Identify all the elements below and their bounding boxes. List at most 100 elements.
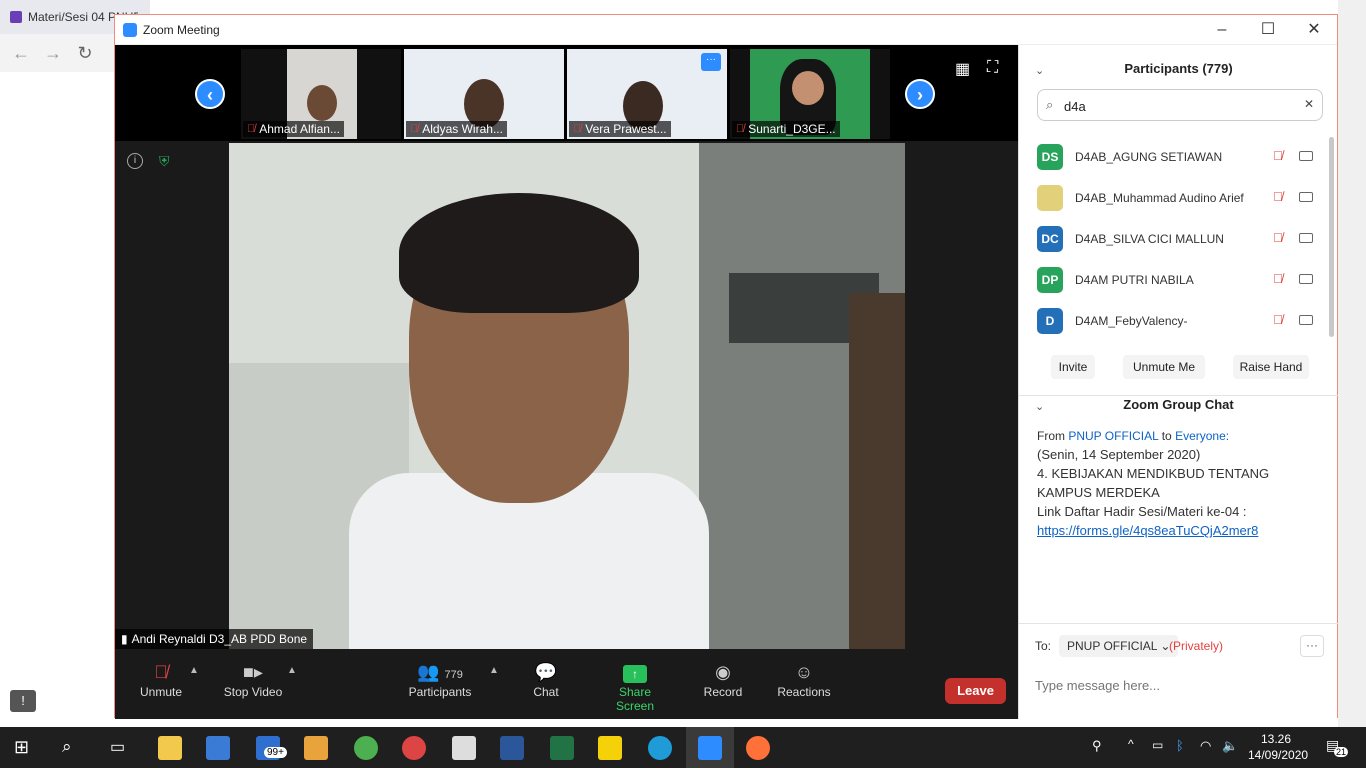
video-off-icon <box>1299 192 1313 202</box>
reactions-button[interactable]: ☺ Reactions <box>775 659 833 699</box>
list-item[interactable]: D4AB_Muhammad Audino Arief 🎙̸ <box>1035 178 1325 218</box>
participants-title: Participants (779) <box>1124 61 1233 76</box>
list-item[interactable]: D D4AM_FebyValency- 🎙̸ <box>1035 301 1325 341</box>
chat-sender-line: From PNUP OFFICIAL to Everyone: <box>1037 429 1230 443</box>
share-screen-button[interactable]: ↑ Share Screen <box>599 659 671 713</box>
zoom-taskbar-icon[interactable] <box>698 736 722 760</box>
minimize-icon[interactable]: – <box>1199 15 1245 45</box>
invite-button[interactable]: Invite <box>1051 355 1095 379</box>
info-icon[interactable]: i <box>127 153 143 169</box>
avatar: D <box>1037 308 1063 334</box>
unmute-me-button[interactable]: Unmute Me <box>1123 355 1205 379</box>
volume-icon[interactable]: 🔈 <box>1222 738 1238 754</box>
video-area: ‹ 🎙̸ Ahmad Alfian... 🎙̸ Aldyas Wirah... ··… <box>115 45 1018 649</box>
sticky-notes-icon[interactable] <box>598 736 622 760</box>
recipient-select[interactable]: PNUP OFFICIAL ⌄ <box>1059 635 1179 657</box>
participants-button[interactable]: 👥 779 Participants <box>407 659 473 699</box>
clock[interactable]: 13.26 14/09/2020 <box>1248 731 1308 763</box>
participant-list-scrollbar[interactable] <box>1329 137 1334 337</box>
reload-icon[interactable]: ↻ <box>74 42 96 64</box>
chat-link[interactable]: https://forms.gle/4qs8eaTuCQjA2mer8 <box>1037 523 1258 538</box>
shield-icon[interactable]: ⛨ <box>159 153 175 171</box>
chat-message-input[interactable] <box>1035 675 1315 695</box>
list-item[interactable]: DC D4AB_SILVA CICI MALLUN 🎙̸ <box>1035 219 1325 259</box>
more-icon[interactable]: ··· <box>701 53 721 71</box>
prev-page-button[interactable]: ‹ <box>195 79 225 109</box>
globe-icon[interactable] <box>354 736 378 760</box>
excel-icon[interactable] <box>550 736 574 760</box>
zoom-logo-icon <box>123 23 137 37</box>
chat-recipient-row: To: PNUP OFFICIAL ⌄ (Privately) ··· <box>1035 635 1325 661</box>
next-page-button[interactable]: › <box>905 79 935 109</box>
participants-caret-icon[interactable]: ▲ <box>489 665 499 676</box>
video-camera-icon: ■▸ <box>243 662 263 682</box>
word-icon[interactable] <box>500 736 524 760</box>
people-icon[interactable]: ⚲ <box>1092 738 1102 754</box>
edge-icon[interactable] <box>648 736 672 760</box>
thumbnail-video[interactable]: 🎙̸ Ahmad Alfian... <box>241 49 401 139</box>
browser-scrollbar[interactable] <box>1338 0 1366 727</box>
avatar: DC <box>1037 226 1063 252</box>
muted-mic-icon: 🎙̸ <box>1273 189 1283 204</box>
muted-mic-icon: 🎙̸ <box>410 123 419 135</box>
muted-mic-icon: 🎙̸ <box>1273 271 1283 286</box>
divider <box>1019 395 1338 396</box>
thumbnail-video[interactable]: 🎙̸ Sunarti_D3GE... <box>730 49 890 139</box>
media-player-icon[interactable] <box>304 736 328 760</box>
store-icon[interactable] <box>206 736 230 760</box>
record-button[interactable]: ◉ Record <box>703 659 743 699</box>
active-speaker-video <box>229 143 905 649</box>
stop-video-button[interactable]: ■▸ Stop Video <box>221 659 285 699</box>
tab-icon <box>10 11 22 23</box>
gallery-view-icon[interactable]: ▦ <box>955 59 970 79</box>
windows-start-icon[interactable]: ⊞ <box>14 737 29 758</box>
close-icon[interactable]: ✕ <box>1291 15 1337 45</box>
zoom-window: Zoom Meeting – ☐ ✕ ‹ 🎙̸ Ahmad Alfian... 🎙… <box>114 14 1338 719</box>
paint-icon[interactable] <box>402 736 426 760</box>
back-icon[interactable]: ← <box>10 42 32 64</box>
video-options-caret-icon[interactable]: ▲ <box>287 665 297 676</box>
muted-mic-icon: 🎙̸ <box>1273 230 1283 245</box>
thumbnail-strip: ‹ 🎙̸ Ahmad Alfian... 🎙̸ Aldyas Wirah... ··… <box>115 45 1018 141</box>
wifi-icon[interactable]: ◠ <box>1200 738 1211 754</box>
chevron-up-icon[interactable]: ^ <box>1128 737 1134 751</box>
firefox-icon[interactable] <box>746 736 770 760</box>
thumbnail-video[interactable]: 🎙̸ Aldyas Wirah... <box>404 49 564 139</box>
chat-message-line: Link Daftar Hadir Sesi/Materi ke-04 : <box>1037 504 1247 519</box>
search-input[interactable] <box>1064 96 1294 116</box>
audio-options-caret-icon[interactable]: ▲ <box>189 665 199 676</box>
raise-hand-button[interactable]: Raise Hand <box>1233 355 1309 379</box>
feedback-icon[interactable]: ! <box>10 690 36 712</box>
column-app-icon[interactable] <box>452 736 476 760</box>
video-off-icon <box>1299 315 1313 325</box>
avatar: DP <box>1037 267 1063 293</box>
divider <box>1019 623 1338 624</box>
muted-mic-icon: 🎙̸ <box>1273 312 1283 327</box>
task-view-icon[interactable]: ▭ <box>110 737 125 757</box>
meeting-toolbar: 🎙̸ Unmute ▲ ■▸ Stop Video ▲ 👥 779 Partic… <box>115 649 1018 719</box>
file-explorer-icon[interactable] <box>158 736 182 760</box>
side-panel: ⌄ Participants (779) ⌕ ✕ DS D4AB_AGUNG S… <box>1018 45 1338 719</box>
leave-button[interactable]: Leave <box>945 678 1006 704</box>
forward-icon[interactable]: → <box>42 42 64 64</box>
muted-mic-icon: 🎙̸ <box>1273 148 1283 163</box>
participant-search[interactable]: ⌕ ✕ <box>1037 89 1323 121</box>
search-icon[interactable]: ⌕ <box>62 737 72 757</box>
more-options-icon[interactable]: ··· <box>1300 635 1324 657</box>
unmute-button[interactable]: 🎙̸ Unmute <box>137 659 185 699</box>
thumbnail-name: Sunarti_D3GE... <box>748 122 836 136</box>
thumbnail-video[interactable]: ··· 🎙̸ Vera Prawest... <box>567 49 727 139</box>
browser-page <box>0 72 114 727</box>
sender-name[interactable]: PNUP OFFICIAL <box>1068 429 1158 443</box>
fullscreen-icon[interactable]: ⛶ <box>987 59 998 77</box>
bluetooth-icon[interactable]: ᛒ <box>1176 738 1184 753</box>
list-item[interactable]: DS D4AB_AGUNG SETIAWAN 🎙̸ <box>1035 137 1325 177</box>
clear-search-icon[interactable]: ✕ <box>1304 97 1314 111</box>
avatar <box>1037 185 1063 211</box>
video-off-icon <box>1299 151 1313 161</box>
avatar: DS <box>1037 144 1063 170</box>
chat-button[interactable]: 💬 Chat <box>529 659 563 699</box>
list-item[interactable]: DP D4AM PUTRI NABILA 🎙̸ <box>1035 260 1325 300</box>
battery-icon[interactable]: ▭ <box>1152 738 1163 752</box>
maximize-icon[interactable]: ☐ <box>1245 15 1291 45</box>
